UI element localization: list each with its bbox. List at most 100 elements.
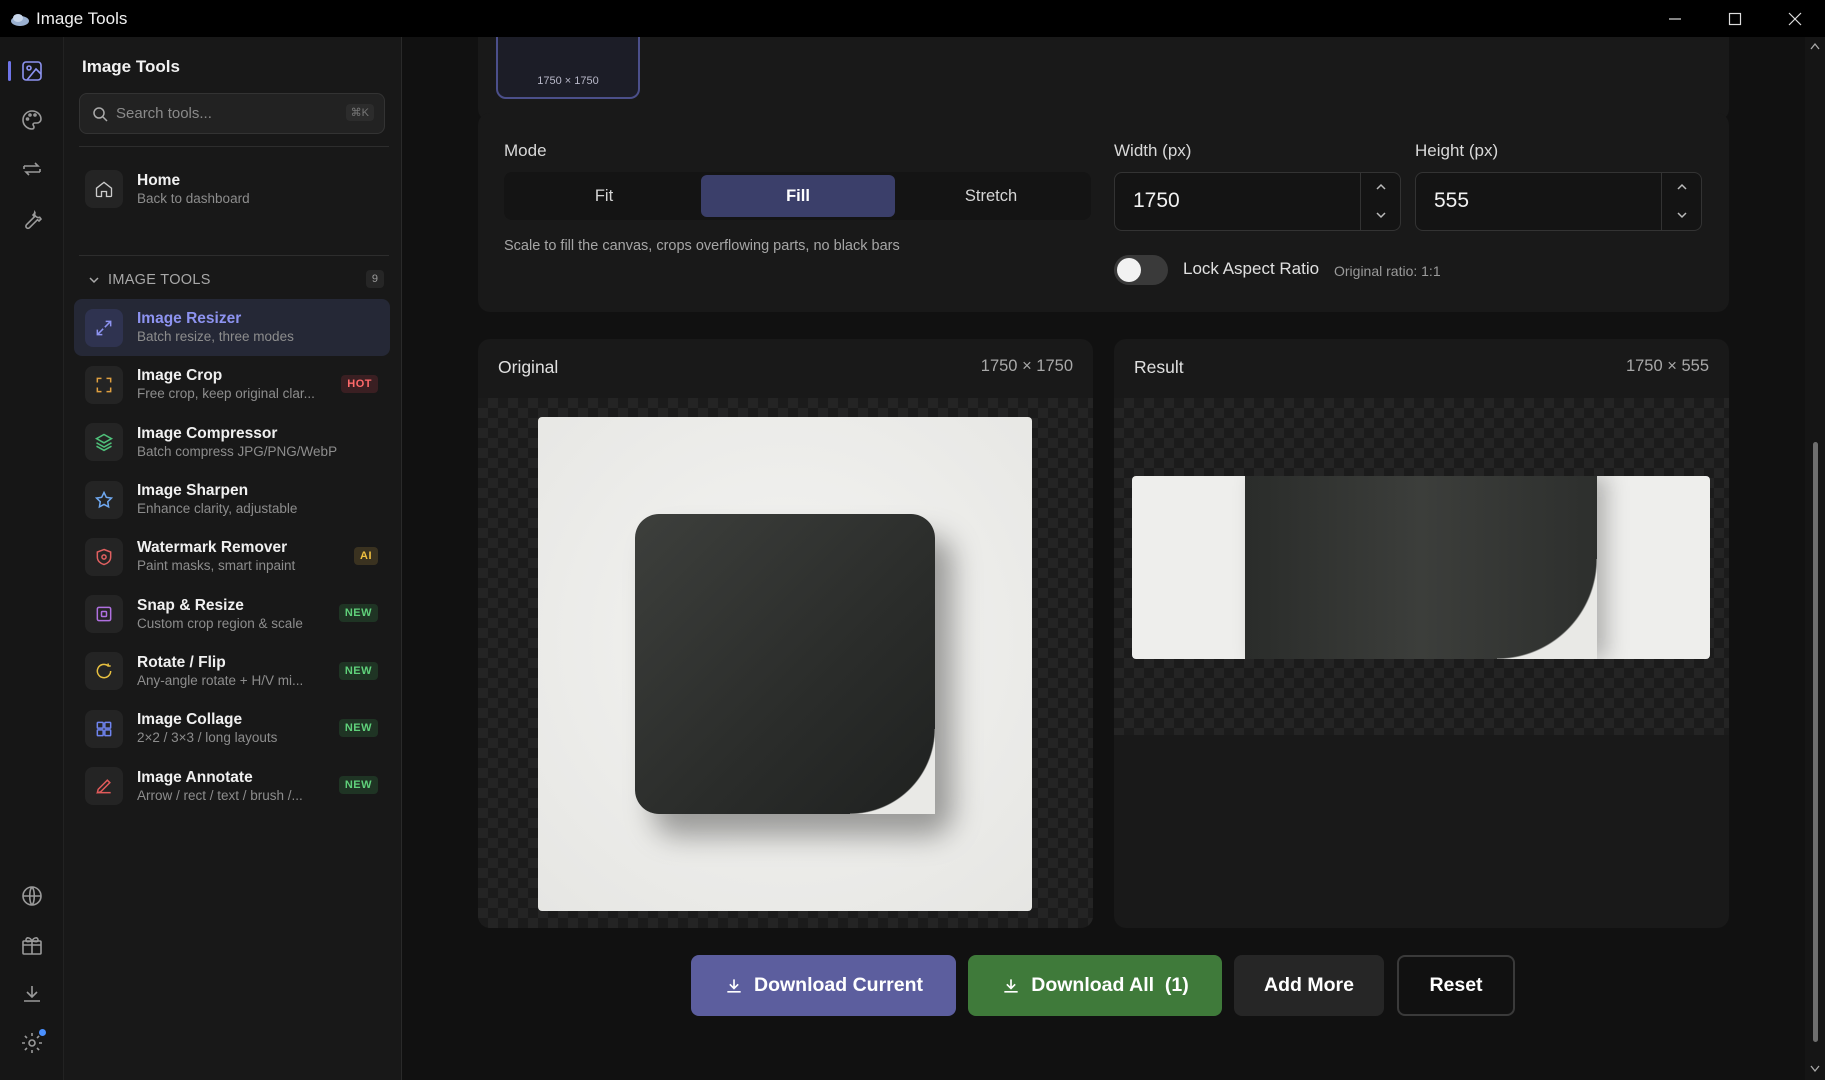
tool-subtitle: Free crop, keep original clar... — [137, 386, 315, 402]
tool-text: Image Annotate Arrow / rect / text / bru… — [137, 768, 303, 805]
sidebar-item-watermark-remover[interactable]: Watermark Remover Paint masks, smart inp… — [74, 528, 390, 585]
layers-icon — [94, 433, 114, 452]
height-increment[interactable] — [1662, 173, 1701, 201]
new-badge: NEW — [338, 719, 378, 738]
star-icon-box — [85, 480, 123, 519]
maximize-button[interactable] — [1705, 0, 1765, 37]
home-icon — [95, 181, 113, 198]
tool-text: Snap & Resize Custom crop region & scale — [137, 596, 303, 633]
sidebar-item-image-crop[interactable]: Image Crop Free crop, keep original clar… — [74, 356, 390, 413]
tool-title: Image Collage — [137, 711, 243, 729]
add-more-button[interactable]: Add More — [1234, 955, 1384, 1016]
wrench-icon — [25, 209, 43, 230]
rail-download[interactable] — [12, 974, 52, 1014]
result-canvas — [1114, 398, 1729, 735]
height-decrement[interactable] — [1662, 201, 1701, 229]
tool-text: Image Resizer Batch resize, three modes — [137, 309, 294, 346]
title-bar: Image Tools — [0, 0, 1825, 37]
tool-title: Image Annotate — [137, 768, 253, 786]
scroll-thumb[interactable] — [1813, 442, 1818, 1042]
mode-fit-button[interactable]: Fit — [507, 175, 701, 217]
tool-text: Image Compressor Batch compress JPG/PNG/… — [137, 424, 337, 461]
search-input[interactable] — [116, 105, 316, 122]
main-scrollbar[interactable] — [1805, 37, 1825, 1080]
rail-gift[interactable] — [12, 925, 52, 965]
chevron-up-icon — [1375, 183, 1386, 190]
toggle-knob — [1117, 258, 1141, 282]
rail-convert[interactable] — [12, 149, 52, 189]
home-subtitle: Back to dashboard — [137, 190, 250, 206]
snap-icon-box — [85, 595, 123, 634]
chevron-up-icon — [1676, 183, 1687, 190]
rail-palette[interactable] — [12, 100, 52, 140]
sidebar-item-snap-resize[interactable]: Snap & Resize Custom crop region & scale… — [74, 585, 390, 642]
width-increment[interactable] — [1361, 173, 1400, 201]
hot-badge: HOT — [341, 375, 378, 394]
sidebar-item-image-compressor[interactable]: Image Compressor Batch compress JPG/PNG/… — [74, 414, 390, 471]
tool-title: Snap & Resize — [137, 596, 244, 614]
sidebar-item-rotate-flip[interactable]: Rotate / Flip Any-angle rotate + H/V mi.… — [74, 643, 390, 700]
rail-wrench[interactable] — [12, 198, 52, 238]
image-thumbnail[interactable]: 1750 × 1750 — [496, 37, 640, 99]
home-title: Home — [137, 171, 181, 189]
ai-badge: AI — [354, 547, 378, 566]
mode-selector: Fit Fill Stretch — [504, 172, 1091, 220]
tool-title: Image Crop — [137, 367, 223, 385]
reset-button[interactable]: Reset — [1397, 955, 1515, 1016]
resize-icon-box — [85, 308, 123, 347]
mode-label: Mode — [504, 141, 547, 160]
original-ratio: Original ratio: 1:1 — [1334, 263, 1441, 279]
result-dimensions: 1750 × 555 — [1625, 357, 1709, 375]
sidebar-item-image-annotate[interactable]: Image Annotate Arrow / rect / text / bru… — [74, 757, 390, 814]
download-all-button[interactable]: Download All (1) — [968, 955, 1222, 1016]
height-field — [1415, 172, 1702, 231]
shield-icon-box — [85, 537, 123, 576]
pen-icon — [96, 779, 111, 794]
sidebar: Image Tools ⌘K Home Back to dashboard IM… — [64, 37, 402, 1080]
minimize-button[interactable] — [1645, 0, 1705, 37]
original-preview-card: Original 1750 × 1750 — [478, 339, 1093, 928]
thumbnail-panel: 1750 × 1750 — [478, 37, 1729, 121]
tool-title: Image Sharpen — [137, 482, 249, 500]
width-label: Width (px) — [1114, 141, 1192, 160]
rail-settings[interactable] — [12, 1023, 52, 1063]
sidebar-item-home[interactable]: Home Back to dashboard — [79, 160, 385, 218]
new-badge: NEW — [338, 776, 378, 795]
mode-fill-button[interactable]: Fill — [701, 175, 895, 217]
thumbnail-dimensions: 1750 × 1750 — [537, 75, 599, 87]
lock-aspect-toggle[interactable] — [1114, 255, 1168, 285]
height-input[interactable] — [1434, 189, 1634, 213]
image-icon — [22, 61, 42, 81]
sidebar-item-image-resizer[interactable]: Image Resizer Batch resize, three modes — [74, 299, 390, 357]
shield-icon — [96, 548, 112, 566]
width-input[interactable] — [1133, 189, 1333, 213]
original-dimensions: 1750 × 1750 — [980, 357, 1073, 375]
icon-rail — [0, 37, 64, 1080]
download-current-button[interactable]: Download Current — [691, 955, 956, 1016]
close-button[interactable] — [1765, 0, 1825, 37]
download-all-label: Download All (1) — [1031, 974, 1189, 996]
lock-aspect-label: Lock Aspect Ratio — [1183, 259, 1320, 278]
width-decrement[interactable] — [1361, 201, 1400, 229]
sidebar-item-image-collage[interactable]: Image Collage 2×2 / 3×3 / long layouts N… — [74, 700, 390, 757]
tool-text: Image Crop Free crop, keep original clar… — [137, 366, 315, 403]
original-canvas — [478, 398, 1093, 928]
section-header-image-tools[interactable]: IMAGE TOOLS 9 — [88, 270, 384, 290]
tool-text: Image Sharpen Enhance clarity, adjustabl… — [137, 481, 297, 518]
rail-language[interactable] — [12, 876, 52, 916]
new-badge: NEW — [338, 604, 378, 623]
scroll-down-icon — [1810, 1065, 1820, 1073]
sidebar-item-image-sharpen[interactable]: Image Sharpen Enhance clarity, adjustabl… — [74, 471, 390, 528]
rail-image-tools[interactable] — [8, 51, 52, 91]
tool-title: Image Compressor — [137, 424, 278, 442]
result-preview-card: Result 1750 × 555 — [1114, 339, 1729, 928]
download-icon — [727, 978, 741, 993]
height-label: Height (px) — [1415, 141, 1499, 160]
mode-stretch-button[interactable]: Stretch — [894, 175, 1088, 217]
tool-subtitle: 2×2 / 3×3 / long layouts — [137, 730, 278, 746]
search-box[interactable]: ⌘K — [79, 93, 385, 134]
chevron-down-icon — [89, 277, 99, 284]
section-count: 9 — [365, 270, 384, 288]
pen-icon-box — [85, 767, 123, 806]
resize-icon — [96, 320, 112, 336]
